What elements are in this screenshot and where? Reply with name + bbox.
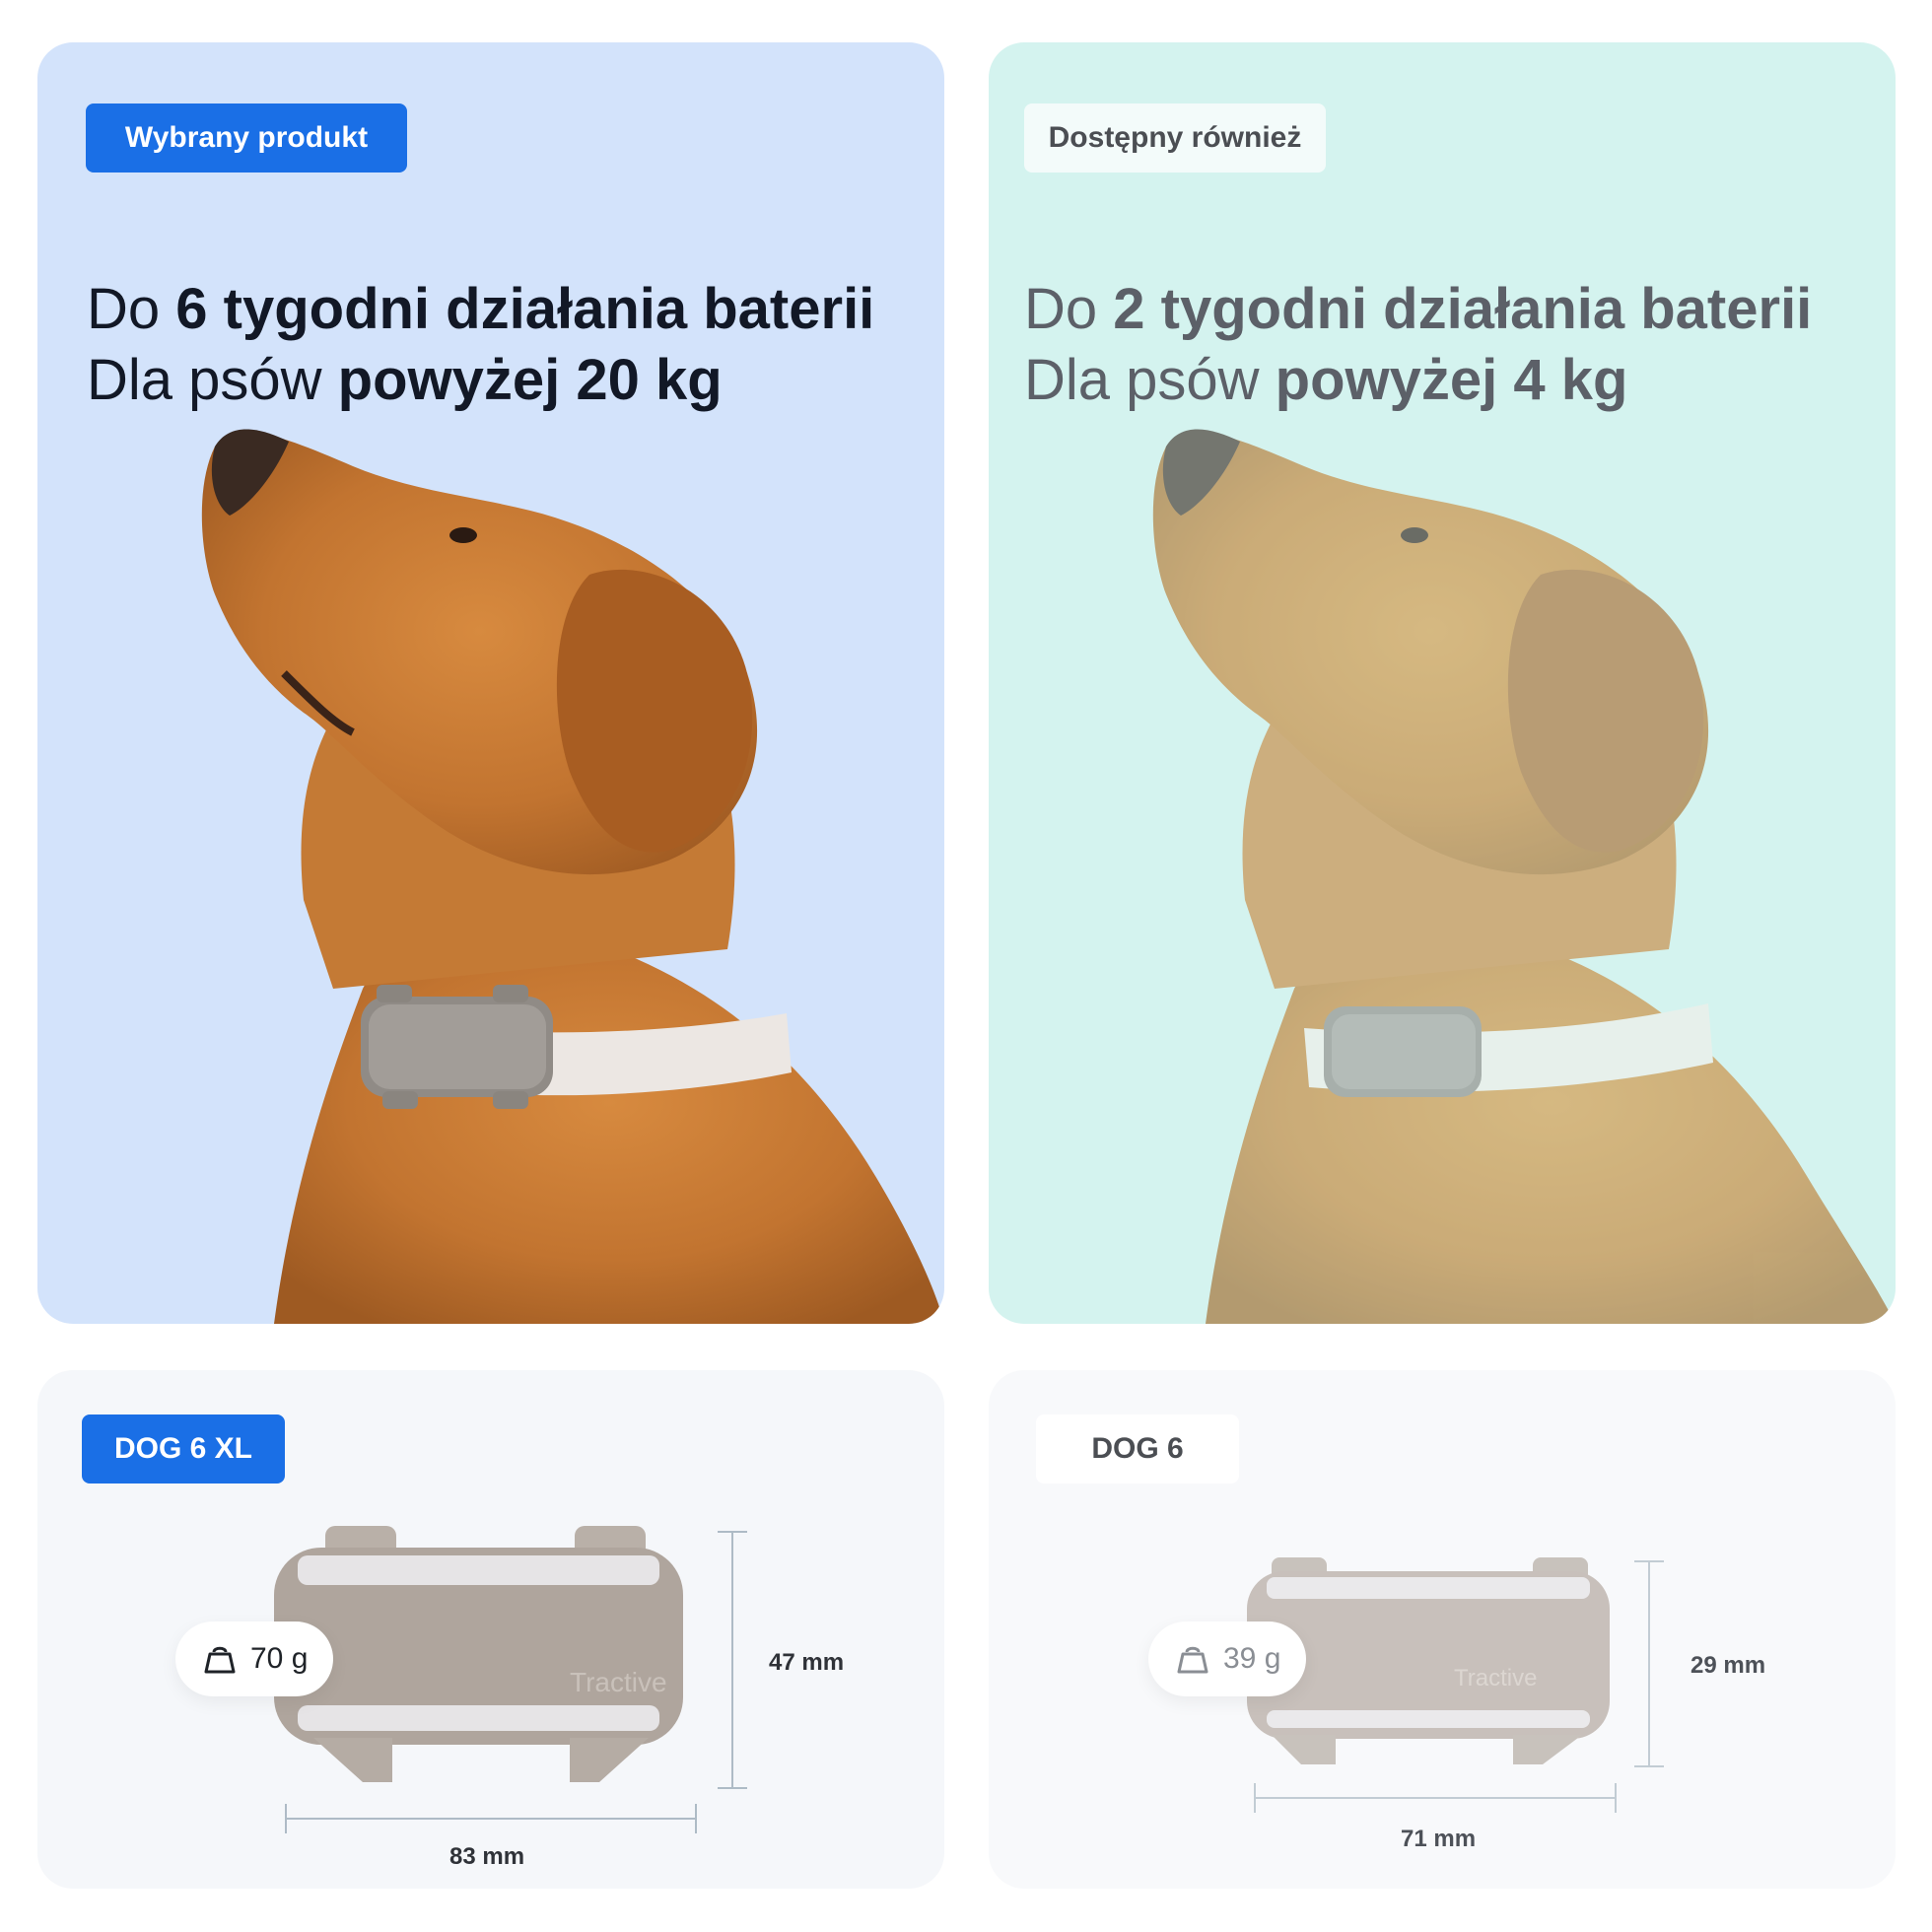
svg-text:Tractive: Tractive (570, 1667, 667, 1697)
dog-weight-line: Dla psów powyżej 4 kg (1024, 348, 1628, 412)
height-dimension-line (718, 1531, 747, 1789)
height-dimension-line (1634, 1560, 1664, 1767)
dog-photo-selected (201, 429, 944, 1324)
device-width-label: 83 mm (449, 1843, 525, 1870)
alternative-product-headline: Do 2 tygodni działania baterii Dla psów … (1024, 274, 1812, 416)
alternative-device-specs: DOG 6 Tractive 39 g 29 mm 71 mm (989, 1370, 1896, 1889)
device-image-xl: Tractive (274, 1526, 683, 1782)
device-height-label: 47 mm (769, 1649, 845, 1676)
alternative-model-label: DOG 6 (1036, 1414, 1239, 1484)
battery-line: Do 2 tygodni działania baterii (1024, 277, 1813, 341)
alternative-product-badge: Dostępny również (1024, 104, 1326, 172)
selected-product-headline: Do 6 tygodni działania baterii Dla psów … (87, 274, 874, 416)
device-height-label: 29 mm (1690, 1652, 1766, 1679)
selected-product-card[interactable]: Wybrany produkt Do 6 tygodni działania b… (37, 42, 944, 1324)
width-dimension-line (1254, 1783, 1617, 1813)
device-weight-badge: 39 g (1148, 1622, 1307, 1696)
svg-text:Tractive: Tractive (1454, 1665, 1537, 1691)
selected-device-specs: DOG 6 XL Tractive 70 g 47 mm 83 mm (37, 1370, 944, 1889)
weight-icon (204, 1646, 236, 1674)
dog-photo-alternative (1152, 429, 1896, 1324)
alternative-product-card[interactable]: Dostępny również Do 2 tygodni działania … (989, 42, 1896, 1324)
dog-weight-line: Dla psów powyżej 20 kg (87, 348, 723, 412)
selected-product-badge: Wybrany produkt (86, 104, 407, 172)
device-weight-value: 70 g (250, 1642, 309, 1675)
device-weight-value: 39 g (1223, 1642, 1281, 1675)
battery-line: Do 6 tygodni działania baterii (87, 277, 875, 341)
selected-model-label: DOG 6 XL (82, 1414, 285, 1484)
device-width-label: 71 mm (1401, 1826, 1477, 1852)
weight-icon (1177, 1646, 1208, 1674)
width-dimension-line (285, 1804, 697, 1833)
device-weight-badge: 70 g (175, 1622, 334, 1696)
